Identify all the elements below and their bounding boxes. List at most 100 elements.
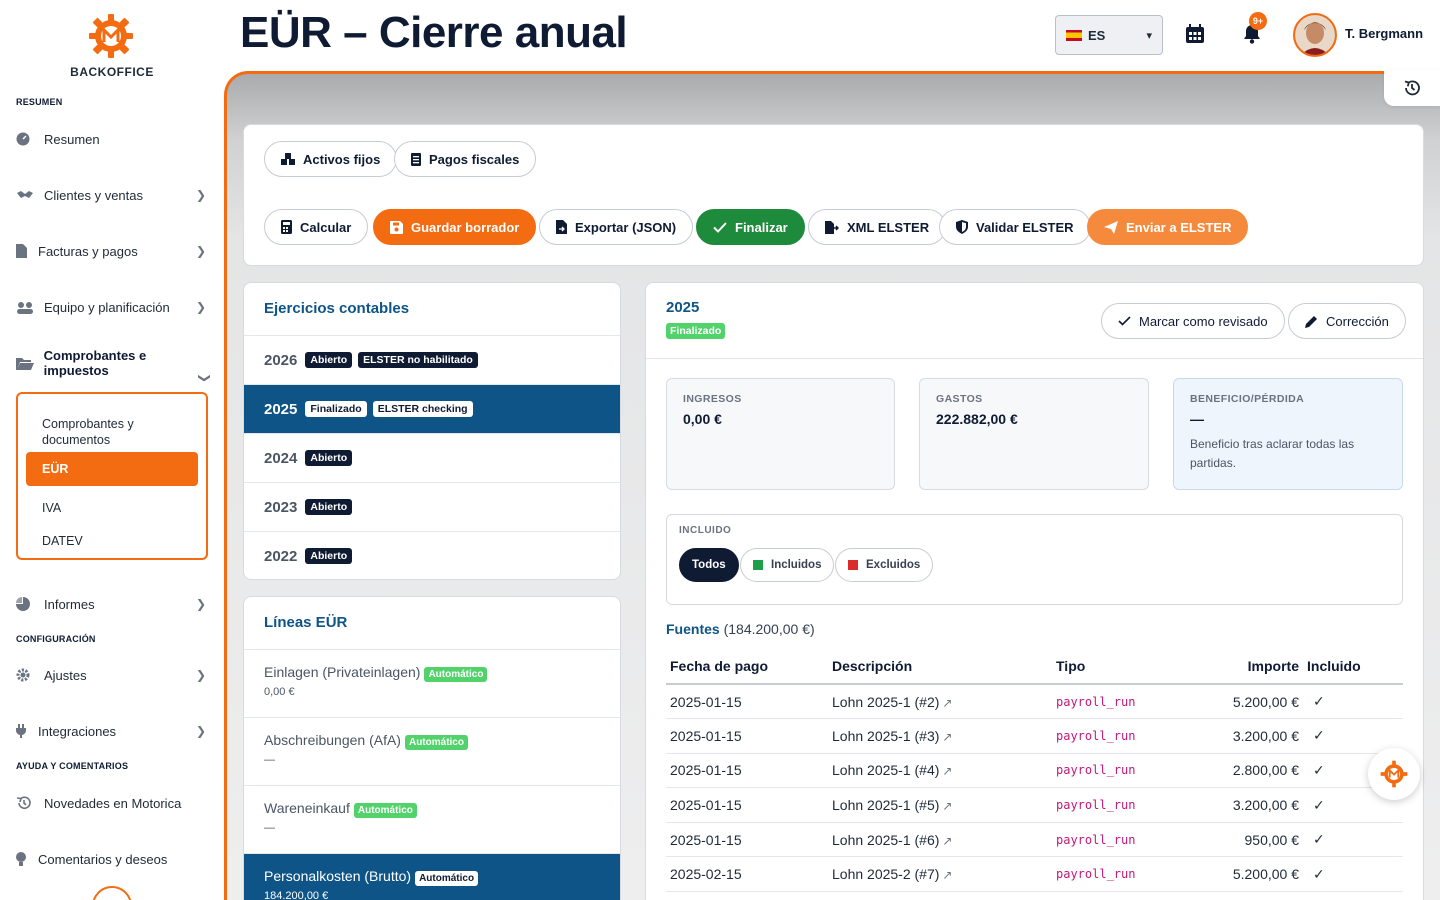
description-link[interactable]: Lohn 2025-2 (#7) — [832, 866, 939, 882]
filter-label-text: Excluidos — [866, 559, 921, 571]
sidebar-item-resumen[interactable]: Resumen — [16, 125, 212, 153]
finalizar-button[interactable]: Finalizar — [696, 209, 805, 245]
cell-description[interactable]: Lohn 2025-1 (#6) ↗ — [828, 822, 1052, 858]
col-importe[interactable]: Importe — [1192, 648, 1303, 685]
button-label: Enviar a ELSTER — [1126, 219, 1232, 235]
external-link-icon[interactable]: ↗ — [942, 730, 952, 744]
validar-elster-button[interactable]: Validar ELSTER — [939, 209, 1091, 245]
activos-fijos-button[interactable]: Activos fijos — [264, 141, 398, 177]
table-row[interactable]: 2025-01-15 Lohn 2025-1 (#5) ↗ payroll_run 3.… — [666, 787, 1403, 823]
chevron-right-icon: ❯ — [195, 597, 206, 611]
sidebar-item-novedades[interactable]: Novedades en Motorica — [16, 789, 212, 817]
table-row[interactable]: 2025-01-15 Lohn 2025-1 (#4) ↗ payroll_run 2.… — [666, 753, 1403, 789]
col-descripcion[interactable]: Descripción — [828, 648, 1052, 685]
table-row[interactable]: 2025-01-15 Lohn 2025-1 (#6) ↗ payroll_run 95… — [666, 822, 1403, 858]
fiscal-year-row[interactable]: 2025 Finalizado ELSTER checking — [244, 384, 620, 433]
external-link-icon[interactable]: ↗ — [942, 799, 952, 813]
submenu-item-documentos[interactable]: Comprobantes y documentos — [26, 410, 196, 454]
xml-elster-button[interactable]: XML ELSTER — [808, 209, 947, 245]
avatar[interactable] — [1293, 13, 1337, 57]
description-link[interactable]: Lohn 2025-1 (#2) — [832, 694, 939, 710]
eur-line-row[interactable]: Einlagen (Privateinlagen) Automático 0,00 … — [244, 649, 620, 717]
brand-label: BACKOFFICE — [70, 65, 154, 79]
cell-description[interactable]: Lohn 2025-1 (#2) ↗ — [828, 684, 1052, 720]
description-link[interactable]: Lohn 2025-1 (#6) — [832, 832, 939, 848]
submenu-item-datev[interactable]: DATEV — [26, 527, 198, 555]
cell-included[interactable]: ✓ — [1303, 822, 1403, 858]
dashboard-icon — [16, 131, 36, 147]
cell-description[interactable]: Lohn 2025-1 (#5) ↗ — [828, 787, 1052, 823]
pagos-fiscales-button[interactable]: Pagos fiscales — [394, 141, 537, 177]
external-link-icon[interactable]: ↗ — [942, 868, 952, 882]
assistant-button[interactable] — [1368, 748, 1420, 800]
cell-date: 2025-01-15 — [666, 787, 828, 823]
external-link-icon[interactable]: ↗ — [942, 834, 952, 848]
pencil-icon — [1305, 315, 1318, 328]
exportar-json-button[interactable]: Exportar (JSON) — [539, 209, 694, 245]
description-link[interactable]: Lohn 2025-1 (#4) — [832, 762, 939, 778]
file-arrow-icon — [825, 220, 839, 234]
eur-line-row[interactable]: Personalkosten (Brutto) Automático 184.200… — [244, 853, 620, 900]
team-icon — [16, 299, 36, 315]
cell-included[interactable]: ✓ — [1303, 684, 1403, 720]
sidebar-item-comprobantes[interactable]: Comprobantes e impuestos ❯ — [16, 348, 212, 383]
sidebar-item-integraciones[interactable]: Integraciones ❯ — [16, 717, 212, 745]
motorica-logo-icon — [1380, 760, 1408, 788]
elster-badge: ELSTER no habilitado — [358, 352, 478, 368]
fiscal-year-row[interactable]: 2026 Abierto ELSTER no habilitado — [244, 335, 620, 384]
sidebar-item-ajustes[interactable]: Ajustes ❯ — [16, 661, 212, 689]
col-fecha[interactable]: Fecha de pago — [666, 648, 828, 685]
description-link[interactable]: Lohn 2025-1 (#3) — [832, 728, 939, 744]
col-tipo[interactable]: Tipo — [1052, 648, 1192, 685]
user-name[interactable]: T. Bergmann — [1345, 26, 1423, 41]
cell-included[interactable]: ✓ — [1303, 856, 1403, 893]
sidebar-bottom-avatar[interactable] — [92, 886, 132, 900]
filter-excluidos[interactable]: Excluidos — [835, 548, 934, 582]
submenu-item-iva[interactable]: IVA — [26, 494, 198, 522]
calendar-icon[interactable] — [1183, 22, 1207, 46]
fiscal-year-row[interactable]: 2024 Abierto — [244, 433, 620, 482]
eur-line-row[interactable]: Wareneinkauf Automático — — [244, 785, 620, 853]
status-badge: Abierto — [305, 548, 353, 564]
sidebar-item-label: Comentarios y deseos — [38, 851, 168, 867]
table-row[interactable]: 2025-02-15 Lohn 2025-2 (#7) ↗ payroll_run 5.… — [666, 856, 1403, 893]
sidebar-item-facturas[interactable]: Facturas y pagos ❯ — [16, 237, 212, 265]
cell-description[interactable]: Lohn 2025-1 (#4) ↗ — [828, 753, 1052, 789]
guardar-borrador-button[interactable]: Guardar borrador — [373, 209, 537, 245]
chevron-right-icon: ❯ — [195, 300, 206, 314]
filter-incluidos[interactable]: Incluidos — [740, 548, 835, 582]
motorica-logo-icon[interactable] — [88, 13, 134, 59]
sidebar-item-equipo[interactable]: Equipo y planificación ❯ — [16, 293, 212, 321]
cell-description[interactable]: Lohn 2025-2 (#7) ↗ — [828, 856, 1052, 893]
eur-line-row[interactable]: Abschreibungen (AfA) Automático — — [244, 717, 620, 785]
language-select[interactable]: ES ▾ — [1055, 15, 1163, 55]
submenu-item-eur[interactable]: EÜR — [26, 452, 198, 486]
cell-description[interactable]: Lohn 2025-1 (#3) ↗ — [828, 718, 1052, 754]
sidebar-item-comentarios[interactable]: Comentarios y deseos — [16, 845, 212, 873]
sources-heading: Fuentes (184.200,00 €) — [666, 621, 815, 637]
calcular-button[interactable]: Calcular — [264, 209, 369, 245]
eur-line-name: Wareneinkauf — [264, 800, 350, 816]
filter-todos[interactable]: Todos — [679, 548, 739, 582]
table-row[interactable]: 2025-01-15 Lohn 2025-1 (#2) ↗ payroll_run 5.… — [666, 684, 1403, 720]
description-link[interactable]: Lohn 2025-1 (#5) — [832, 797, 939, 813]
fiscal-year-row[interactable]: 2022 Abierto — [244, 531, 620, 579]
auto-badge: Automático — [353, 803, 417, 818]
external-link-icon[interactable]: ↗ — [942, 696, 952, 710]
pie-chart-icon — [16, 596, 36, 612]
cell-date: 2025-01-15 — [666, 718, 828, 754]
history-button[interactable] — [1384, 70, 1440, 106]
fiscal-year-row[interactable]: 2023 Abierto — [244, 482, 620, 531]
enviar-elster-button[interactable]: Enviar a ELSTER — [1087, 209, 1249, 245]
eur-line-value: 184.200,00 € — [264, 890, 329, 900]
sidebar-item-clientes[interactable]: Clientes y ventas ❯ — [16, 181, 212, 209]
table-row[interactable]: 2025-01-15 Lohn 2025-1 (#3) ↗ payroll_run 3.… — [666, 718, 1403, 754]
cell-amount: 950,00 € — [1192, 822, 1303, 858]
col-incluido[interactable]: Incluido — [1303, 648, 1403, 685]
correction-button[interactable]: Corrección — [1288, 303, 1406, 339]
mark-reviewed-button[interactable]: Marcar como revisado — [1101, 303, 1285, 339]
sidebar-item-informes[interactable]: Informes ❯ — [16, 590, 212, 618]
status-badge: Finalizado — [305, 401, 367, 417]
receipt-icon — [411, 152, 421, 166]
external-link-icon[interactable]: ↗ — [942, 764, 952, 778]
